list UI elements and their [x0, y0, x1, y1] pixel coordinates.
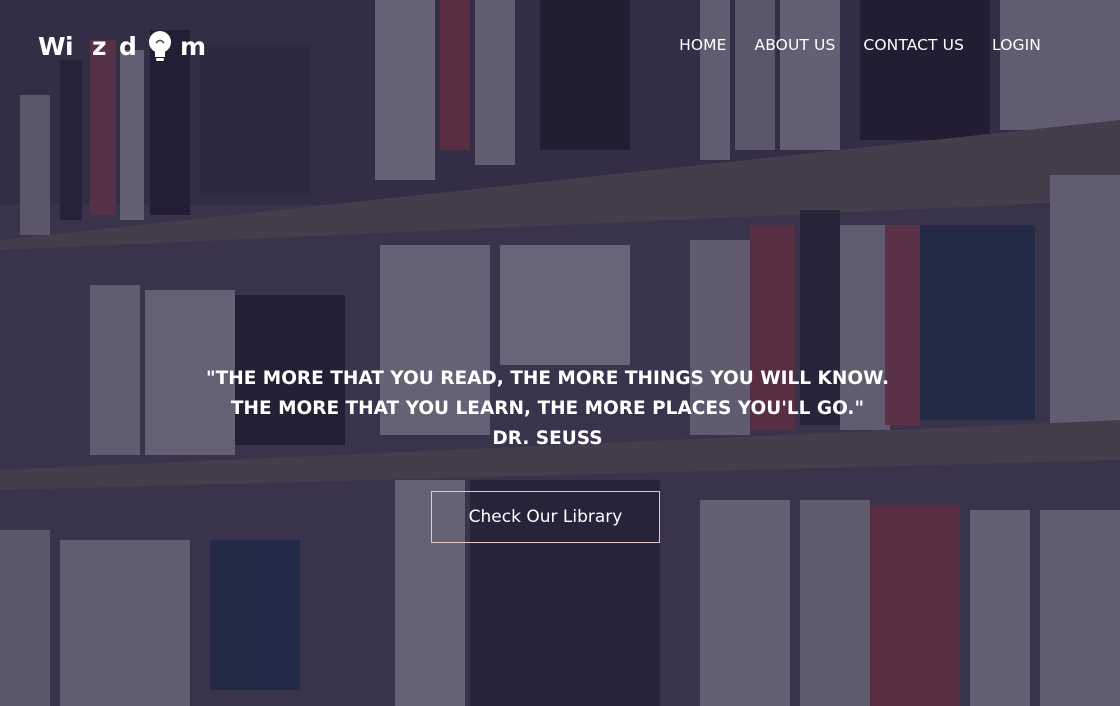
quote-author: DR. SEUSS: [492, 428, 603, 449]
top-navbar: W i z d m HOME ABOUT US CONTACT US LOGIN: [0, 0, 1120, 92]
logo-letter: i: [65, 31, 74, 61]
logo-letter: m: [180, 31, 207, 61]
dark-overlay: [0, 0, 1120, 706]
quote-line-2: THE MORE THAT YOU LEARN, THE MORE PLACES…: [230, 398, 865, 419]
logo-letter: z: [92, 31, 107, 61]
nav-about-us-link[interactable]: ABOUT US: [755, 36, 836, 54]
hero-section: W i z d m HOME ABOUT US CONTACT US LOGIN…: [0, 0, 1120, 706]
nav-login-link[interactable]: LOGIN: [992, 36, 1041, 54]
brand-logo[interactable]: W i z d m: [38, 30, 207, 62]
lightbulb-icon: [149, 31, 171, 61]
quote-line-1: "THE MORE THAT YOU READ, THE MORE THINGS…: [205, 368, 890, 389]
hero-quote: "THE MORE THAT YOU READ, THE MORE THINGS…: [0, 364, 1095, 454]
nav-home-link[interactable]: HOME: [679, 36, 726, 54]
check-library-button[interactable]: Check Our Library: [431, 491, 660, 543]
nav-menu: HOME ABOUT US CONTACT US LOGIN: [679, 36, 1041, 54]
logo-letter: W: [38, 31, 66, 61]
nav-contact-us-link[interactable]: CONTACT US: [863, 36, 964, 54]
logo-letter: d: [119, 31, 137, 61]
